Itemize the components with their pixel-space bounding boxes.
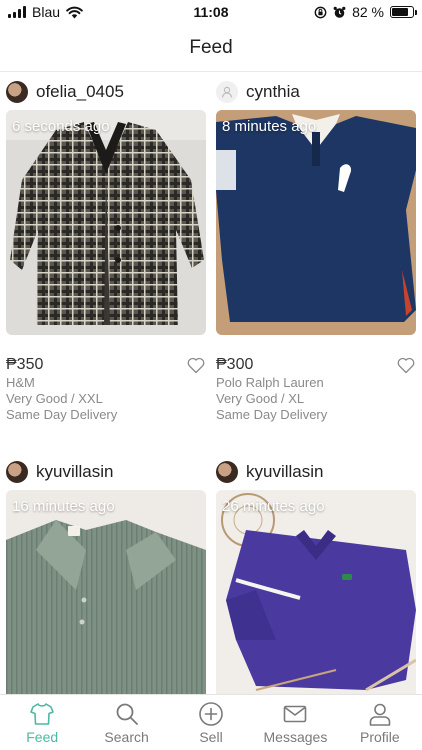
plus-circle-icon bbox=[199, 702, 223, 726]
username[interactable]: kyuvillasin bbox=[36, 462, 113, 482]
delivery: Same Day Delivery bbox=[6, 407, 118, 422]
battery-level-fill bbox=[392, 8, 409, 16]
tab-label: Messages bbox=[263, 729, 328, 745]
tab-bar: Feed Search Sell Messages Profile bbox=[0, 694, 422, 750]
listing-user[interactable]: kyuvillasin bbox=[216, 454, 416, 490]
tab-label: Feed bbox=[26, 729, 59, 745]
heart-icon[interactable] bbox=[186, 355, 206, 375]
username[interactable]: ofelia_0405 bbox=[36, 82, 124, 102]
time-ago: 8 minutes ago bbox=[222, 118, 317, 135]
heart-icon[interactable] bbox=[396, 355, 416, 375]
tab-search[interactable]: Search bbox=[84, 695, 168, 750]
orientation-lock-icon bbox=[314, 6, 327, 18]
status-right: 82 % bbox=[314, 4, 417, 20]
listing-photo[interactable]: 8 minutes ago bbox=[216, 110, 416, 335]
status-bar: Blau 11:08 82 % bbox=[0, 0, 422, 24]
envelope-icon bbox=[284, 705, 307, 723]
listing-card[interactable]: kyuvillasin 16 minutes ago bbox=[6, 454, 206, 694]
tab-messages[interactable]: Messages bbox=[253, 695, 337, 750]
time-ago: 26 minutes ago bbox=[222, 498, 325, 515]
listing-card[interactable]: kyuvillasin 26 minutes ago bbox=[216, 454, 416, 694]
listing-card[interactable]: ofelia_0405 6 seconds ago ₱350 H&M Very … bbox=[6, 74, 206, 423]
shirt-icon bbox=[30, 703, 55, 725]
battery-percent: 82 % bbox=[352, 4, 384, 20]
header: Feed bbox=[0, 24, 422, 72]
tab-feed[interactable]: Feed bbox=[0, 695, 84, 750]
listing-photo[interactable]: 16 minutes ago bbox=[6, 490, 206, 694]
navy-polo-shirt-photo bbox=[216, 110, 416, 335]
user-avatar[interactable] bbox=[6, 81, 28, 103]
search-icon bbox=[116, 703, 138, 725]
listing-user[interactable]: kyuvillasin bbox=[6, 454, 206, 490]
alarm-icon bbox=[333, 6, 346, 18]
tab-label: Search bbox=[104, 729, 149, 745]
person-icon bbox=[221, 86, 233, 98]
tab-label: Sell bbox=[199, 729, 223, 745]
battery-icon bbox=[390, 6, 417, 18]
listing-user[interactable]: cynthia bbox=[216, 74, 416, 110]
brand: H&M bbox=[6, 375, 35, 390]
listing-photo[interactable]: 6 seconds ago bbox=[6, 110, 206, 335]
tab-label: Profile bbox=[359, 729, 400, 745]
delivery: Same Day Delivery bbox=[216, 407, 328, 422]
purple-polo-shirt-photo bbox=[216, 490, 416, 694]
user-avatar[interactable] bbox=[216, 461, 238, 483]
time-ago: 6 seconds ago bbox=[12, 118, 110, 135]
listing-card[interactable]: cynthia 8 minutes ago ₱300 Polo Ralph La… bbox=[216, 74, 416, 423]
feed-grid: ofelia_0405 6 seconds ago ₱350 H&M Very … bbox=[0, 72, 422, 694]
page-title: Feed bbox=[189, 37, 233, 58]
brand: Polo Ralph Lauren bbox=[216, 375, 324, 390]
user-avatar[interactable] bbox=[6, 461, 28, 483]
username[interactable]: cynthia bbox=[246, 82, 300, 102]
price-row: ₱350 bbox=[6, 355, 206, 375]
condition-size: Very Good / XL bbox=[216, 391, 305, 406]
tab-profile[interactable]: Profile bbox=[338, 695, 422, 750]
price-row: ₱300 bbox=[216, 355, 416, 375]
time-ago: 16 minutes ago bbox=[12, 498, 115, 515]
sage-ribbed-top-photo bbox=[6, 490, 206, 694]
listing-user[interactable]: ofelia_0405 bbox=[6, 74, 206, 110]
plaid-blazer-photo bbox=[6, 110, 206, 335]
listing-photo[interactable]: 26 minutes ago bbox=[216, 490, 416, 694]
tab-sell[interactable]: Sell bbox=[169, 695, 253, 750]
price: ₱350 bbox=[6, 356, 44, 373]
username[interactable]: kyuvillasin bbox=[246, 462, 323, 482]
condition-size: Very Good / XXL bbox=[6, 391, 103, 406]
price: ₱300 bbox=[216, 356, 254, 373]
user-avatar-placeholder[interactable] bbox=[216, 81, 238, 103]
person-icon bbox=[369, 703, 391, 726]
